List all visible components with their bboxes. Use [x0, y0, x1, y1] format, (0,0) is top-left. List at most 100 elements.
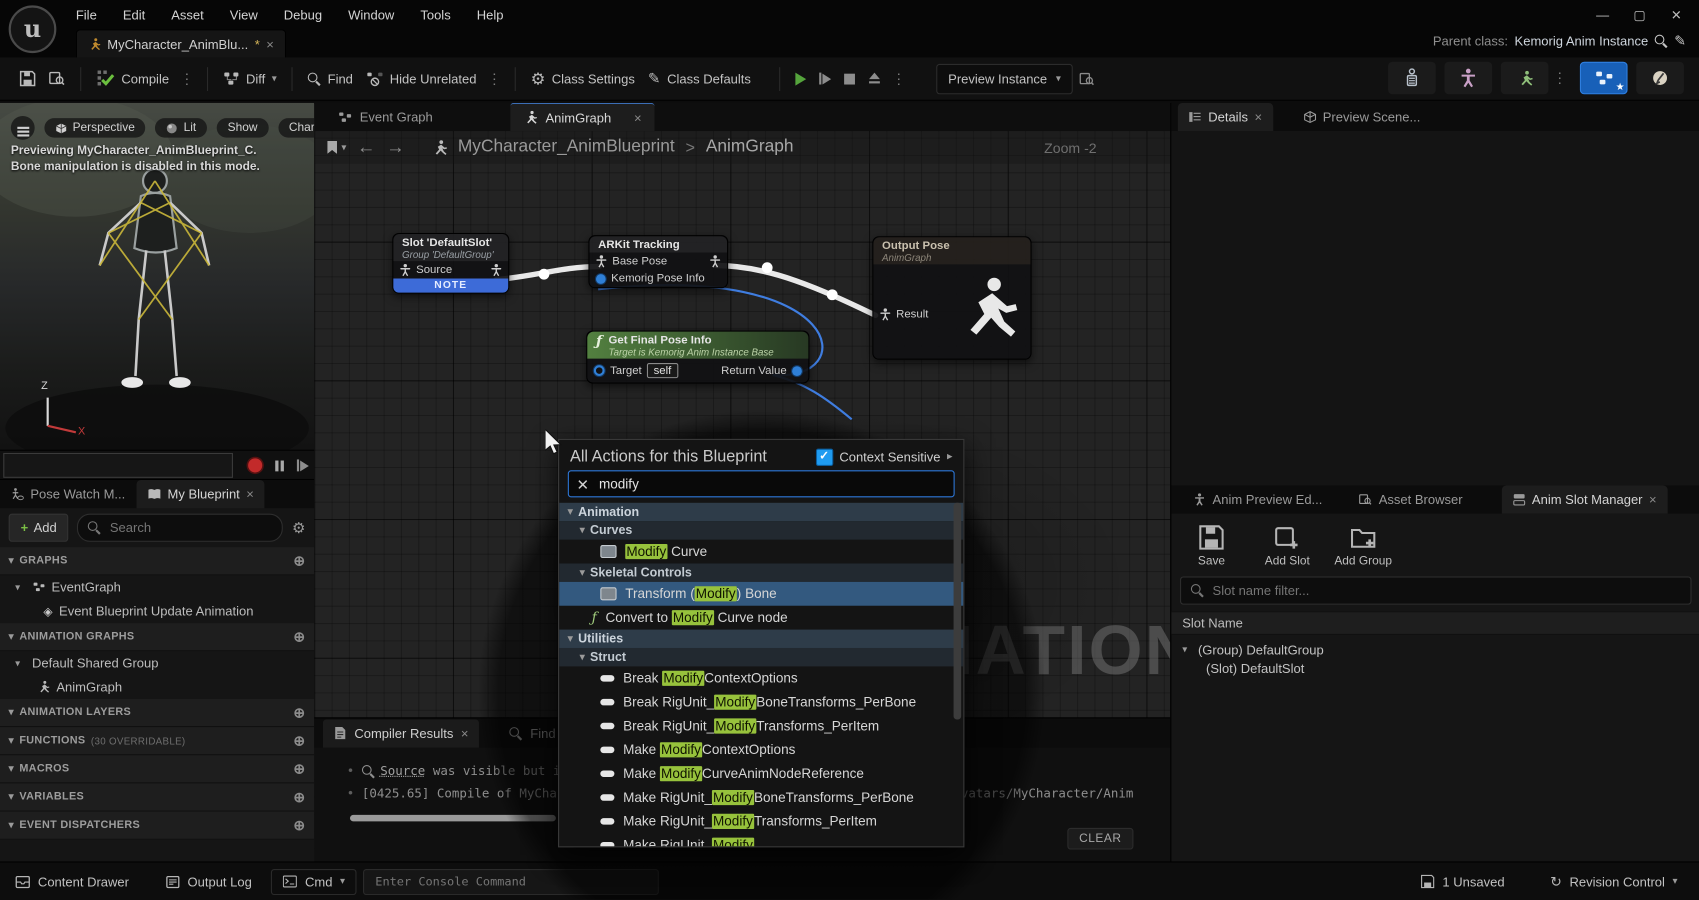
action-make-rigunit-bonetransforms[interactable]: Make RigUnit_ModifyBoneTransforms_PerBon…: [559, 786, 963, 810]
anim-layer-mode-button[interactable]: [1636, 62, 1684, 95]
close-window-icon[interactable]: ✕: [1658, 2, 1695, 28]
add-anim-graph-icon[interactable]: ⊕: [293, 628, 305, 645]
clear-search-icon[interactable]: ✕: [576, 477, 589, 490]
tab-pose-watch-manager[interactable]: Pose Watch M...: [0, 480, 136, 508]
stop-button[interactable]: [838, 62, 862, 95]
menu-asset[interactable]: Asset: [158, 0, 217, 29]
action-break-rigunit-transforms[interactable]: Break RigUnit_ModifyTransforms_PerItem: [559, 714, 963, 738]
log-source-link[interactable]: Source: [380, 763, 425, 778]
action-partial-row[interactable]: Make RigUnit_Modify: [559, 833, 963, 847]
tree-item-default-group[interactable]: ▾Default Shared Group: [0, 651, 314, 675]
clear-log-button[interactable]: CLEAR: [1067, 828, 1133, 850]
action-make-rigunit-transforms[interactable]: Make RigUnit_ModifyTransforms_PerItem: [559, 809, 963, 833]
tab-close-icon[interactable]: ×: [461, 725, 469, 740]
pose-pin-icon[interactable]: [710, 255, 721, 268]
action-modify-curve[interactable]: Modify Curve: [559, 540, 963, 564]
animation-mode-button[interactable]: [1501, 62, 1549, 95]
tab-close-icon[interactable]: ×: [634, 110, 642, 125]
tree-item-animgraph[interactable]: AnimGraph: [0, 675, 314, 699]
blueprint-search[interactable]: [77, 514, 283, 542]
find-parent-class-icon[interactable]: [1655, 35, 1668, 48]
node-arkit-tracking[interactable]: ARKit Tracking Base Pose Kemorig Pose In…: [588, 235, 728, 288]
tab-asset-browser[interactable]: Asset Browser: [1348, 485, 1473, 513]
pose-info-pin-icon[interactable]: [596, 274, 606, 284]
slot-save-button[interactable]: Save: [1178, 524, 1245, 567]
add-macro-icon[interactable]: ⊕: [293, 760, 305, 777]
variables-section-header[interactable]: ▾VARIABLES ⊕: [0, 783, 314, 811]
blueprint-search-input[interactable]: [108, 519, 273, 536]
action-make-modifycurveanimnodereference[interactable]: Make ModifyCurveAnimNodeReference: [559, 762, 963, 786]
revision-control-button[interactable]: ↻ Revision Control ▾: [1539, 867, 1688, 895]
preview-instance-dropdown[interactable]: Preview Instance ▾: [936, 63, 1072, 93]
tab-event-graph[interactable]: Event Graph: [325, 103, 446, 131]
bookmark-icon[interactable]: [327, 141, 337, 154]
save-button[interactable]: [13, 62, 42, 95]
blueprint-mode-button[interactable]: ★: [1580, 62, 1628, 95]
tab-compiler-results[interactable]: Compiler Results ×: [323, 719, 479, 747]
output-log-button[interactable]: Output Log: [155, 867, 263, 895]
graphs-section-header[interactable]: ▾ GRAPHS ⊕: [0, 547, 314, 575]
add-function-icon[interactable]: ⊕: [293, 732, 305, 749]
tab-my-blueprint[interactable]: My Blueprint ×: [136, 480, 265, 508]
skeletal-mesh-mode-button[interactable]: [1444, 62, 1492, 95]
unsaved-button[interactable]: 1 Unsaved: [1410, 867, 1516, 895]
action-convert-to-modify-curve[interactable]: ƒ Convert to Modify Curve node: [559, 606, 963, 630]
cmd-dropdown[interactable]: Cmd ▾: [271, 869, 356, 895]
popup-scrollbar[interactable]: [954, 503, 962, 720]
pause-icon[interactable]: [275, 460, 284, 471]
category-animation[interactable]: ▾Animation: [559, 503, 963, 521]
pose-pin-icon[interactable]: [880, 308, 891, 321]
animation-layers-section-header[interactable]: ▾ANIMATION LAYERS ⊕: [0, 699, 314, 727]
tab-close-icon[interactable]: ×: [246, 487, 254, 502]
character-dropdown[interactable]: Charac: [278, 118, 314, 138]
console-command-field[interactable]: [363, 869, 659, 895]
filter-gear-icon[interactable]: ⚙: [292, 519, 306, 537]
edit-parent-class-icon[interactable]: ✎: [1674, 33, 1686, 50]
menu-edit[interactable]: Edit: [110, 0, 158, 29]
pose-pin-icon[interactable]: [596, 255, 607, 268]
add-dispatcher-icon[interactable]: ⊕: [293, 816, 305, 833]
horizontal-scrollbar[interactable]: [350, 815, 556, 822]
slot-name-column-header[interactable]: Slot Name: [1171, 611, 1699, 635]
tab-anim-slot-manager[interactable]: Anim Slot Manager ×: [1502, 485, 1668, 513]
action-search-input[interactable]: [597, 475, 946, 492]
maximize-icon[interactable]: ▢: [1621, 2, 1658, 28]
slot-name-filter-input[interactable]: [1210, 582, 1680, 599]
breadcrumb-root[interactable]: MyCharacter_AnimBlueprint: [458, 138, 675, 158]
tab-details[interactable]: Details ×: [1178, 103, 1273, 131]
minimize-icon[interactable]: —: [1584, 2, 1621, 28]
breadcrumb-leaf[interactable]: AnimGraph: [706, 138, 794, 158]
eject-button[interactable]: [861, 62, 887, 95]
lit-dropdown[interactable]: Lit: [155, 118, 207, 138]
menu-debug[interactable]: Debug: [271, 0, 335, 29]
perspective-dropdown[interactable]: Perspective: [44, 118, 145, 138]
action-break-rigunit-bonetransforms[interactable]: Break RigUnit_ModifyBoneTransforms_PerBo…: [559, 690, 963, 714]
nav-back-icon[interactable]: ←: [357, 137, 375, 159]
add-anim-layer-icon[interactable]: ⊕: [293, 704, 305, 721]
menu-help[interactable]: Help: [464, 0, 517, 29]
asset-tab-close-icon[interactable]: ×: [266, 37, 274, 52]
step-icon[interactable]: [297, 459, 309, 471]
preview-viewport[interactable]: Perspective Lit Show Charac Previewing M…: [0, 103, 314, 450]
add-variable-icon[interactable]: ⊕: [293, 788, 305, 805]
node-slot-defaultslot[interactable]: Slot 'DefaultSlot' Group 'DefaultGroup' …: [392, 233, 509, 294]
category-curves[interactable]: ▾Curves: [559, 521, 963, 539]
pose-pin-icon[interactable]: [491, 263, 502, 276]
action-make-modifycontextoptions[interactable]: Make ModifyContextOptions: [559, 738, 963, 762]
record-name-field[interactable]: [3, 453, 233, 478]
category-skeletal-controls[interactable]: ▾Skeletal Controls: [559, 563, 963, 581]
menu-tools[interactable]: Tools: [407, 0, 463, 29]
hide-unrelated-button[interactable]: Hide Unrelated: [359, 62, 483, 95]
skeleton-mode-button[interactable]: [1388, 62, 1436, 95]
tab-preview-scene[interactable]: Preview Scene...: [1292, 103, 1431, 131]
return-value-pin-icon[interactable]: [792, 366, 802, 376]
action-break-modifycontextoptions[interactable]: Break ModifyContextOptions: [559, 666, 963, 690]
class-settings-button[interactable]: ⚙ Class Settings: [524, 62, 641, 95]
slot-row-slot[interactable]: (Slot) DefaultSlot: [1171, 660, 1699, 676]
tab-close-icon[interactable]: ×: [1254, 109, 1262, 124]
menu-window[interactable]: Window: [335, 0, 407, 29]
viewport-menu-button[interactable]: [11, 116, 35, 140]
macros-section-header[interactable]: ▾MACROS ⊕: [0, 755, 314, 783]
content-drawer-button[interactable]: Content Drawer: [4, 867, 140, 895]
tab-animgraph[interactable]: AnimGraph ×: [511, 103, 655, 131]
